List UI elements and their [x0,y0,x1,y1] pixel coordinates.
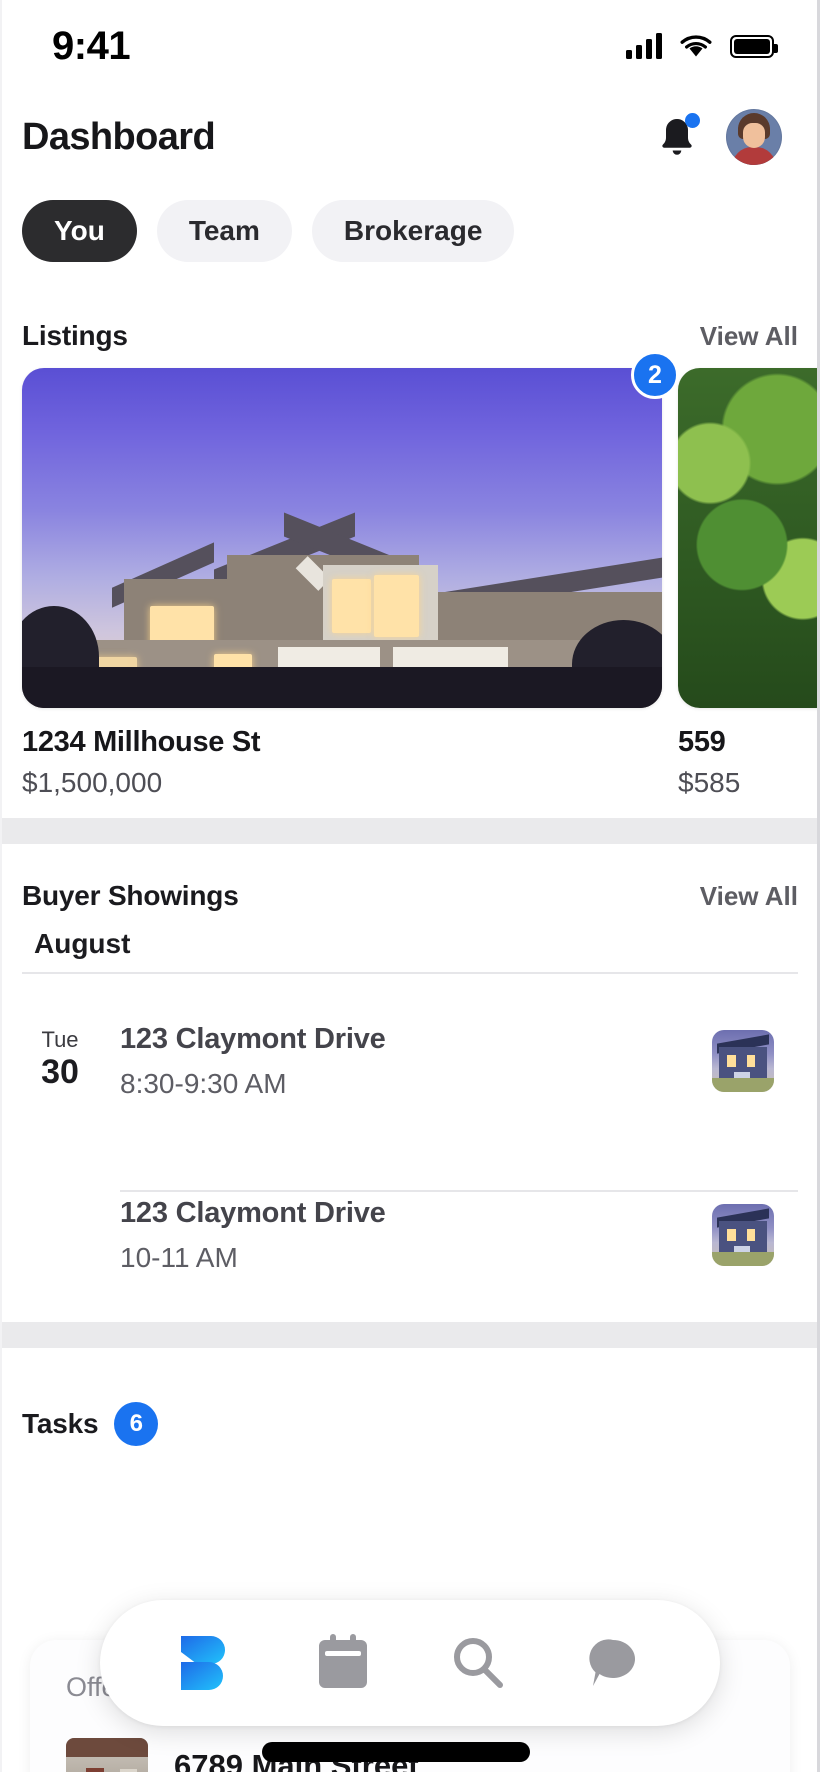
listings-carousel[interactable]: 2 1234 Millhouse St $1,500,000 559 $585 [0,351,820,798]
showing-date: Tue 30 [0,1026,120,1094]
tasks-count-badge: 6 [114,1402,159,1446]
listings-view-all-link[interactable]: View All [700,321,798,352]
avatar[interactable] [726,109,782,165]
listings-section-header: Listings View All [0,320,820,352]
showing-thumbnail[interactable] [712,1030,774,1092]
showing-time: 8:30-9:30 AM [120,1067,287,1099]
status-bar: 9:41 [0,0,820,92]
tab-you[interactable]: You [22,200,137,262]
listing-photo[interactable] [22,368,662,708]
section-divider [0,818,820,844]
cellular-bars-icon [626,33,662,59]
listing-photo[interactable] [678,368,820,708]
tab-you-label: You [54,215,105,246]
listing-photo-count-badge: 2 [631,351,679,399]
nav-home-button[interactable] [165,1620,251,1706]
showing-day-of-week: Tue [41,1026,79,1052]
page-title: Dashboard [22,115,216,158]
chat-bubble-icon [588,1639,635,1686]
listing-card[interactable]: 559 $585 [678,368,820,799]
battery-full-icon [730,34,778,58]
nav-messages-button[interactable] [570,1620,656,1706]
showings-section-header: Buyer Showings View All [0,880,820,912]
task-thumbnail[interactable] [66,1738,148,1772]
header-actions [658,109,782,165]
status-bar-time: 9:41 [52,23,131,68]
calendar-icon [318,1634,367,1688]
nav-calendar-button[interactable] [300,1620,386,1706]
tab-team-label: Team [188,215,260,246]
showing-row[interactable]: 123 Claymont Drive 10-11 AM [0,1192,820,1278]
showing-row[interactable]: Tue 30 123 Claymont Drive 8:30-9:30 AM [0,1018,820,1104]
device-frame-edge-left [0,0,2,1772]
showings-divider [22,972,798,974]
listing-address: 1234 Millhouse St [22,726,261,758]
showings-month-label: August [34,928,131,959]
listing-price: $585 [678,767,741,798]
tab-brokerage-label: Brokerage [343,215,483,246]
showing-address: 123 Claymont Drive [120,1196,386,1229]
showing-time: 10-11 AM [120,1241,238,1273]
brand-b-logo-icon [180,1636,225,1690]
house-trees-photo [678,368,820,708]
showing-address: 123 Claymont Drive [120,1022,386,1055]
search-icon [453,1638,503,1688]
showings-title: Buyer Showings [22,880,239,911]
scope-tabs: You Team Brokerage [22,200,515,262]
listing-meta: 559 $585 [678,708,820,799]
notification-dot [685,113,700,128]
section-divider [0,1322,820,1348]
notifications-button[interactable] [658,113,700,159]
bottom-nav-bar [100,1600,720,1726]
showing-details: 123 Claymont Drive 8:30-9:30 AM [120,1023,712,1100]
phone-screen: 9:41 Dashboard You Team Brokerage Listin… [0,0,820,1772]
redaction-bar [262,1742,530,1762]
tab-team[interactable]: Team [156,200,292,262]
wifi-icon [680,34,712,56]
listing-price: $1,500,000 [22,767,163,798]
showing-day-number: 30 [41,1052,79,1091]
listing-card[interactable]: 2 1234 Millhouse St $1,500,000 [22,351,679,799]
showing-thumbnail[interactable] [712,1204,774,1266]
status-bar-indicators [626,33,778,59]
app-header: Dashboard [0,96,820,178]
listing-meta: 1234 Millhouse St $1,500,000 [22,708,662,799]
house-dusk-photo [22,368,662,708]
tasks-title: Tasks [22,1408,99,1439]
listings-title: Listings [22,320,128,351]
listing-address: 559 [678,726,726,758]
showing-details: 123 Claymont Drive 10-11 AM [120,1197,712,1274]
nav-search-button[interactable] [435,1620,521,1706]
showings-view-all-link[interactable]: View All [700,881,798,912]
tasks-section-header: Tasks 6 [22,1402,159,1446]
tab-brokerage[interactable]: Brokerage [311,200,515,262]
